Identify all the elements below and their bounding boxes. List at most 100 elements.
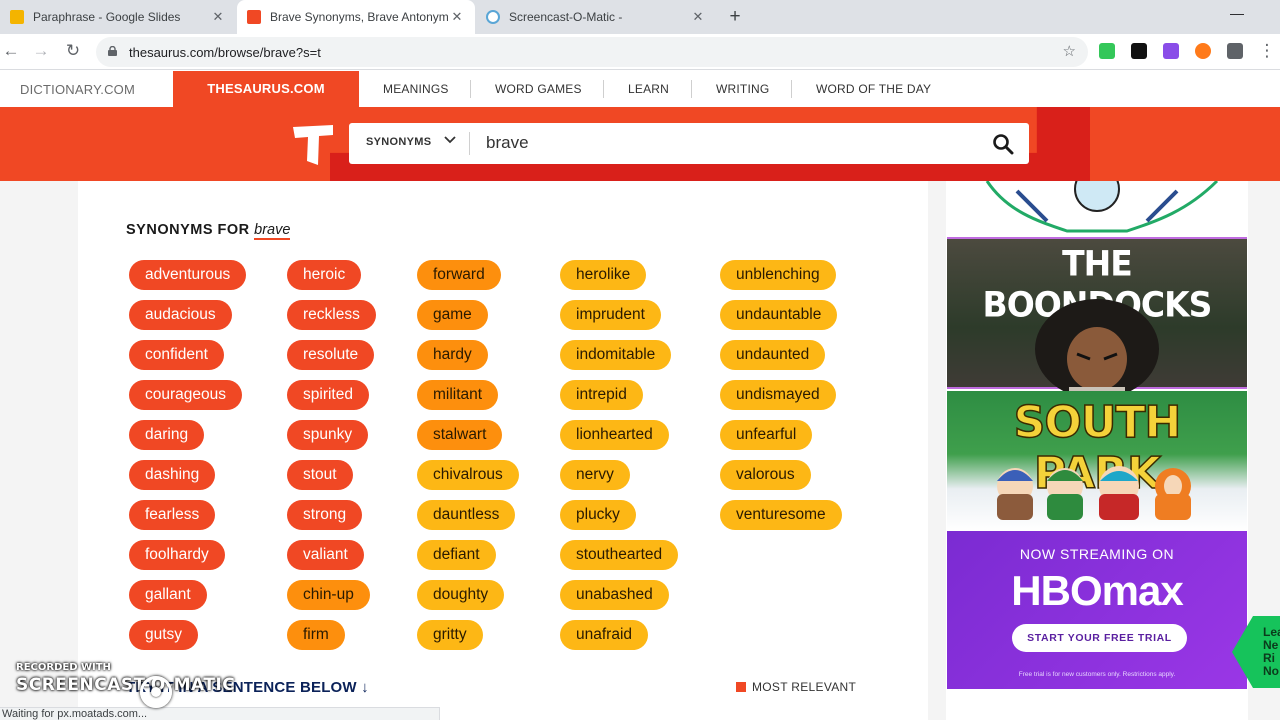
- synonym-chip[interactable]: resolute: [287, 340, 375, 370]
- hbo-max-logo: HBOmax: [1011, 567, 1183, 614]
- search-input[interactable]: brave: [486, 133, 529, 153]
- search-header: SYNONYMS brave: [0, 107, 1280, 181]
- synonym-chip[interactable]: spunky: [287, 420, 369, 450]
- thesaurus-logo-icon[interactable]: [293, 125, 335, 165]
- synonym-chip[interactable]: stalwart: [417, 420, 503, 450]
- screencast-watermark: RECORDED WITH SCREENCAST-O-MATIC: [16, 662, 235, 695]
- synonym-chip[interactable]: daring: [129, 420, 205, 450]
- address-bar[interactable]: thesaurus.com/browse/brave?s=t ☆: [96, 37, 1088, 67]
- synonym-chip[interactable]: defiant: [417, 540, 496, 570]
- down-arrow-icon: ↓: [361, 679, 369, 696]
- nav-writing[interactable]: WRITING: [716, 82, 769, 96]
- bookmark-star-icon[interactable]: ☆: [1063, 42, 1076, 60]
- synonym-chip[interactable]: firm: [287, 620, 345, 650]
- synonym-chip[interactable]: audacious: [129, 300, 232, 330]
- synonym-chip[interactable]: militant: [417, 380, 499, 410]
- synonym-chip[interactable]: undauntable: [720, 300, 838, 330]
- new-tab-button[interactable]: +: [724, 6, 746, 28]
- synonym-chip[interactable]: heroic: [287, 260, 362, 290]
- synonym-chip[interactable]: strong: [287, 500, 363, 530]
- synonym-chip[interactable]: foolhardy: [129, 540, 225, 570]
- menu-dots-icon[interactable]: ⋮: [1256, 40, 1278, 62]
- minimize-icon[interactable]: —: [1230, 5, 1244, 21]
- synonym-chip[interactable]: gallant: [129, 580, 207, 610]
- extension-orange-icon[interactable]: [1195, 43, 1211, 59]
- nav-divider: [470, 80, 471, 98]
- tab-google-slides[interactable]: Paraphrase - Google Slides ✕: [0, 0, 236, 34]
- synonym-chip[interactable]: fearless: [129, 500, 216, 530]
- synonym-chip[interactable]: plucky: [560, 500, 636, 530]
- nav-meanings[interactable]: MEANINGS: [383, 82, 449, 96]
- synonym-chip[interactable]: reckless: [287, 300, 376, 330]
- tab-label: Screencast-O-Matic -: [509, 10, 623, 24]
- thesaurus-favicon-icon: [247, 10, 261, 24]
- ad-character-art: [947, 181, 1247, 237]
- synonym-chip[interactable]: unfearful: [720, 420, 813, 450]
- synonym-chip[interactable]: gritty: [417, 620, 483, 650]
- synonym-chip[interactable]: lionhearted: [560, 420, 669, 450]
- search-box: SYNONYMS brave: [349, 123, 1029, 164]
- south-park-characters: [997, 466, 1191, 520]
- relevance-legend[interactable]: MOST RELEVANT: [736, 680, 856, 694]
- url-text: thesaurus.com/browse/brave?s=t: [129, 45, 321, 60]
- tab-screencast[interactable]: Screencast-O-Matic - ✕: [476, 0, 716, 34]
- boondocks-character: [1035, 299, 1159, 391]
- nav-word-of-the-day[interactable]: WORD OF THE DAY: [816, 82, 931, 96]
- synonym-chip[interactable]: gutsy: [129, 620, 199, 650]
- hbo-fine-print: Free trial is for new customers only. Re…: [1018, 671, 1176, 678]
- extension-play-icon[interactable]: [1131, 43, 1147, 59]
- synonym-chip[interactable]: dauntless: [417, 500, 516, 530]
- synonym-chip[interactable]: courageous: [129, 380, 243, 410]
- synonym-chip[interactable]: dashing: [129, 460, 216, 490]
- back-arrow-icon[interactable]: ←: [0, 40, 22, 62]
- synonym-chip[interactable]: adventurous: [129, 260, 247, 290]
- extensions-puzzle-icon[interactable]: [1227, 43, 1243, 59]
- nav-word-games[interactable]: WORD GAMES: [495, 82, 582, 96]
- synonym-chip[interactable]: herolike: [560, 260, 647, 290]
- synonym-chip[interactable]: unblenching: [720, 260, 836, 290]
- tab-thesaurus[interactable]: Brave Synonyms, Brave Antonyms | Thesaur…: [237, 0, 475, 34]
- synonym-chip[interactable]: imprudent: [560, 300, 661, 330]
- extension-purple-icon[interactable]: [1163, 43, 1179, 59]
- synonym-chip[interactable]: hardy: [417, 340, 488, 370]
- synonym-chip[interactable]: spirited: [287, 380, 369, 410]
- synonym-chip[interactable]: unafraid: [560, 620, 649, 650]
- synonym-chip[interactable]: stout: [287, 460, 353, 490]
- synonym-chip[interactable]: unabashed: [560, 580, 669, 610]
- middle-gutter: [928, 181, 946, 720]
- close-icon[interactable]: ✕: [449, 9, 465, 25]
- search-icon[interactable]: [992, 133, 1014, 155]
- nav-learn[interactable]: LEARN: [628, 82, 669, 96]
- close-icon[interactable]: ✕: [210, 9, 226, 25]
- synonym-chip[interactable]: undaunted: [720, 340, 826, 370]
- synonym-chip[interactable]: intrepid: [560, 380, 643, 410]
- thesaurus-tab[interactable]: THESAURUS.COM: [173, 71, 359, 107]
- synonym-chip[interactable]: valiant: [287, 540, 364, 570]
- search-mode-select[interactable]: SYNONYMS: [366, 136, 431, 148]
- dictionary-link[interactable]: DICTIONARY.COM: [20, 82, 135, 97]
- synonym-chip[interactable]: undismayed: [720, 380, 836, 410]
- extension-green-icon[interactable]: [1099, 43, 1115, 59]
- forward-arrow-icon[interactable]: →: [30, 40, 52, 62]
- relevance-swatch: [736, 682, 746, 692]
- close-icon[interactable]: ✕: [690, 9, 706, 25]
- synonym-chip[interactable]: confident: [129, 340, 224, 370]
- advertisement[interactable]: THE BOONDOCKS SOUTH PARK NOW STREAMING O…: [947, 181, 1247, 689]
- synonym-chip[interactable]: stouthearted: [560, 540, 679, 570]
- relevance-legend-label: MOST RELEVANT: [752, 680, 857, 694]
- synonym-chip[interactable]: doughty: [417, 580, 505, 610]
- synonym-chip[interactable]: game: [417, 300, 488, 330]
- reload-icon[interactable]: ↻: [62, 40, 84, 62]
- synonym-chip[interactable]: venturesome: [720, 500, 842, 530]
- synonym-chip[interactable]: valorous: [720, 460, 811, 490]
- synonym-chip[interactable]: nervy: [560, 460, 630, 490]
- synonyms-heading: SYNONYMS FOR brave: [126, 222, 291, 240]
- site-top-nav: DICTIONARY.COM THESAURUS.COM MEANINGS WO…: [0, 71, 1280, 107]
- chevron-down-icon[interactable]: [443, 133, 457, 147]
- synonym-chip[interactable]: indomitable: [560, 340, 672, 370]
- synonym-chip[interactable]: forward: [417, 260, 501, 290]
- synonym-chip[interactable]: chivalrous: [417, 460, 519, 490]
- synonym-chip[interactable]: chin-up: [287, 580, 370, 610]
- watermark-line1: RECORDED WITH: [16, 662, 111, 673]
- start-free-trial-button[interactable]: START YOUR FREE TRIAL: [1012, 624, 1187, 652]
